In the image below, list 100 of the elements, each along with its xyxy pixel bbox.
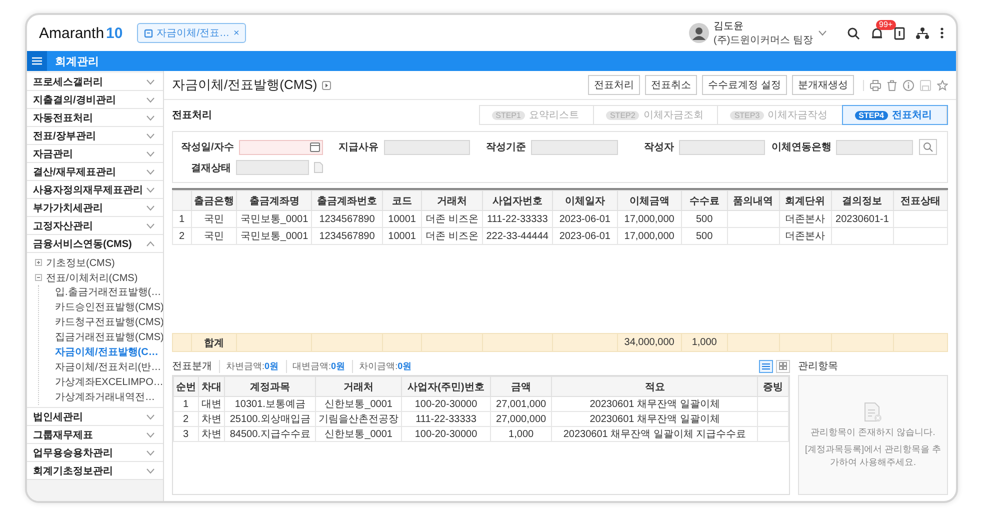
- sidebar-tree-item[interactable]: 전표/이체처리(CMS): [35, 270, 163, 285]
- sidebar-menu-item[interactable]: 지출결의/경비관리: [27, 91, 163, 109]
- table-cell: 더존본사: [779, 210, 832, 228]
- sidebar-tree-item[interactable]: 집금거래전표발행(CMS): [55, 330, 163, 345]
- info-icon[interactable]: [903, 80, 914, 90]
- column-header: 품의내역: [727, 190, 780, 210]
- table-cell: 더존 비즈온: [422, 228, 482, 244]
- sidebar-menu-item[interactable]: 결산/재무제표관리: [27, 163, 163, 181]
- chevron-down-icon[interactable]: [818, 30, 827, 36]
- table-cell: 25100.외상매입금: [224, 412, 316, 426]
- table-cell: 차변: [198, 426, 225, 442]
- chevron-down-icon: [146, 468, 155, 474]
- sidebar-tree-item[interactable]: 가상계좌EXCELIMPO…: [55, 375, 163, 390]
- column-header: 출금은행: [191, 190, 237, 210]
- table-cell: 국민보통_0001: [236, 210, 312, 228]
- table-cell: 국민보통_0001: [236, 228, 312, 244]
- input-field[interactable]: [836, 140, 913, 154]
- empty-document-icon: [864, 402, 882, 422]
- page-title: 자금이체/전표발행(CMS): [172, 76, 318, 94]
- empty-hint: [계정과목등록]에서 관리항목을 추가하여 사용해주세요.: [805, 442, 941, 468]
- grid-icon: [779, 362, 787, 370]
- column-header: 거래처: [315, 376, 402, 396]
- action-button[interactable]: 전표취소: [645, 75, 698, 95]
- bell-icon[interactable]: [871, 26, 883, 40]
- table-cell: 17,000,000: [617, 228, 682, 244]
- chevron-down-icon: [146, 96, 155, 102]
- date-field[interactable]: [238, 140, 323, 154]
- list-view-button[interactable]: [759, 360, 773, 372]
- sidebar-tree-item[interactable]: 기초정보(CMS): [35, 255, 163, 270]
- summary-item: 차변금액:0원: [219, 360, 279, 372]
- table-cell: 더존 비즈온: [422, 210, 482, 228]
- sidebar-tree-item[interactable]: 카드승인전표발행(CMS): [55, 300, 163, 315]
- table-cell: 10001: [382, 228, 422, 244]
- sidebar-tree-item[interactable]: 카드청구전표발행(CMS): [55, 315, 163, 330]
- sidebar-menu-item[interactable]: 법인세관리: [27, 408, 163, 426]
- org-chart-icon[interactable]: [916, 27, 929, 39]
- search-button[interactable]: [919, 139, 937, 155]
- action-button[interactable]: 전표처리: [588, 75, 640, 95]
- summary-item: 대변금액:0원: [286, 360, 346, 372]
- star-icon[interactable]: [937, 80, 948, 90]
- field-label: 작성일/자수: [181, 141, 234, 154]
- search-icon[interactable]: [847, 26, 860, 40]
- table-cell: 2023-06-01: [552, 228, 618, 244]
- table-cell: 1234567890: [312, 228, 382, 244]
- printer-icon[interactable]: [870, 80, 881, 90]
- sidebar-menu-item[interactable]: 프로세스갤러리: [27, 73, 163, 91]
- sidebar-menu-item[interactable]: 고정자산관리: [27, 217, 163, 235]
- table-cell: 신한보통_0001: [315, 426, 402, 442]
- grid-view-button[interactable]: [776, 360, 790, 372]
- table-cell: 국민: [191, 210, 237, 228]
- sidebar-tree-item[interactable]: 자금이체/전표처리(반…: [55, 360, 163, 375]
- table-cell: 27,000,000: [490, 412, 552, 426]
- trash-icon[interactable]: [887, 80, 897, 90]
- play-box-icon[interactable]: [322, 80, 332, 90]
- column-header: 결의정보: [831, 190, 894, 210]
- field-label: 결재상태: [190, 162, 231, 174]
- input-field[interactable]: [384, 140, 470, 154]
- step-tab[interactable]: STEP4 전표처리: [842, 106, 947, 124]
- field-label: 작성기준: [485, 141, 526, 154]
- sidebar-menu-item[interactable]: 회계기초정보관리: [27, 462, 163, 480]
- module-title: 회계관리: [55, 54, 99, 68]
- table-cell: 27,001,000: [490, 396, 552, 412]
- sidebar-tree-item[interactable]: 자금이체/전표발행(C…: [55, 345, 163, 360]
- sidebar-menu-item[interactable]: 자금관리: [27, 145, 163, 163]
- column-header: 거래처: [422, 190, 482, 210]
- menu-button[interactable]: [27, 51, 47, 71]
- table-cell: 20230601 채무잔액 일괄이체 지급수수료: [552, 426, 758, 442]
- sidebar-tree-item[interactable]: 가상계좌거래내역전…: [55, 390, 163, 405]
- calendar-icon[interactable]: [310, 142, 320, 152]
- section-title: 전표분개: [172, 360, 212, 373]
- avatar-icon[interactable]: [688, 23, 709, 43]
- column-header: 수수료: [682, 190, 728, 210]
- sidebar-menu-item[interactable]: 전표/장부관리: [27, 127, 163, 145]
- column-header: 계정과목: [224, 376, 316, 396]
- table-cell: 20230601-1: [831, 210, 894, 228]
- input-field[interactable]: [531, 140, 618, 154]
- table-cell: 100-20-30000: [402, 396, 490, 412]
- field-label: 작성자: [642, 141, 674, 154]
- sidebar-menu-item[interactable]: 업무용승용차관리: [27, 444, 163, 462]
- sidebar-tree-item[interactable]: 입.출금거래전표발행(…: [55, 285, 163, 300]
- table-cell: 111-22-33333: [482, 210, 553, 228]
- row-number: 1: [172, 210, 192, 228]
- input-field[interactable]: [678, 140, 766, 154]
- sidebar-menu-item[interactable]: 그룹재무제표: [27, 426, 163, 444]
- input-field[interactable]: [236, 160, 309, 175]
- column-header: 전표상태: [893, 190, 948, 210]
- sidebar-menu-item[interactable]: 사용자정의재무제표관리: [27, 181, 163, 199]
- more-icon[interactable]: [940, 27, 944, 39]
- section-title: 전표처리: [172, 109, 212, 122]
- app-logo: Amaranth 10: [39, 24, 123, 42]
- table-cell: 10301.보통예금: [224, 396, 316, 412]
- sidebar-menu-item[interactable]: 자동전표처리: [27, 109, 163, 127]
- action-button[interactable]: 수수료계정 설정: [702, 75, 787, 95]
- sidebar-menu-item[interactable]: 부가가치세관리: [27, 199, 163, 217]
- table-cell: 더존본사: [779, 228, 832, 244]
- action-button[interactable]: 분개재생성: [792, 75, 854, 95]
- sidebar-menu-item[interactable]: 금융서비스연동(CMS): [27, 235, 163, 253]
- table-cell: 차변: [198, 412, 225, 426]
- chevron-down-icon: [146, 204, 155, 210]
- column-header: 차대: [198, 376, 225, 396]
